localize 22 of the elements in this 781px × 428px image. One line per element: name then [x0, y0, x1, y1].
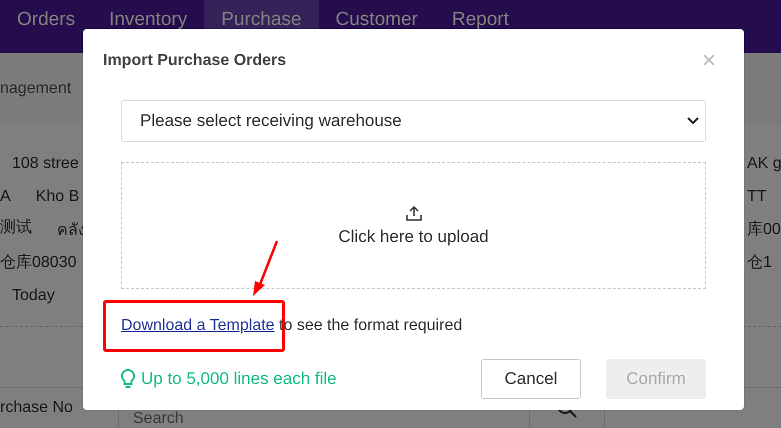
lightbulb-icon: [121, 369, 135, 389]
warehouse-select[interactable]: Please select receiving warehouse: [121, 100, 706, 142]
cell-text: 仓1: [746, 253, 773, 273]
breadcrumb-text: nagement: [0, 80, 72, 98]
tip-text: Up to 5,000 lines each file: [141, 369, 337, 389]
chevron-down-icon: [687, 117, 699, 125]
cell-text: 108 stree: [12, 154, 79, 172]
cell-text: TT: [746, 188, 768, 206]
upload-label: Click here to upload: [338, 226, 489, 246]
cancel-button[interactable]: Cancel: [481, 359, 581, 399]
cell-text: 库00: [746, 220, 781, 240]
cell-text: 测试: [0, 218, 32, 238]
cell-text: 仓库08030: [0, 252, 76, 273]
dialog-title: Import Purchase Orders: [103, 52, 286, 70]
upload-area[interactable]: Click here to upload: [121, 162, 706, 289]
cell-text: Today: [12, 286, 55, 304]
upload-icon: [406, 204, 422, 220]
cell-text: A: [0, 188, 11, 206]
cell-text: AK g: [746, 154, 781, 172]
cell-text: Kho B: [36, 188, 80, 206]
download-template-link[interactable]: Download a Template: [121, 317, 275, 334]
nav-tab[interactable]: Orders: [0, 0, 92, 53]
